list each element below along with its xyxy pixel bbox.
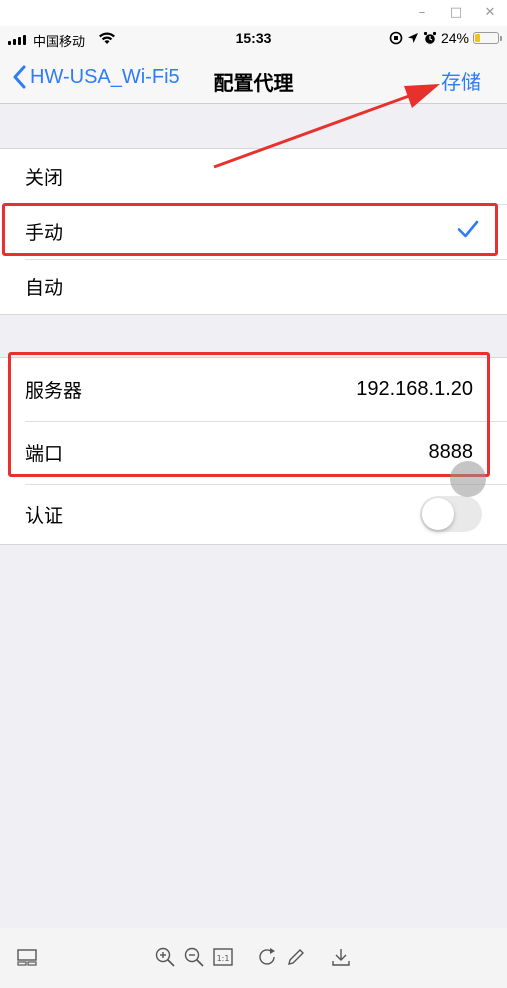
thumbnail-icon[interactable] (16, 946, 38, 968)
auth-toggle[interactable] (420, 496, 482, 532)
option-auto[interactable]: 自动 (0, 259, 507, 314)
zoom-in-icon[interactable] (154, 946, 176, 968)
edit-icon[interactable] (285, 946, 307, 968)
highlight-manual-option (2, 203, 498, 256)
viewer-toolbar: 1:1 (0, 928, 507, 988)
zoom-out-icon[interactable] (183, 946, 205, 968)
download-icon[interactable] (330, 946, 352, 968)
toggle-knob (422, 498, 454, 530)
annotation-arrow (213, 84, 440, 169)
actual-size-icon[interactable]: 1:1 (212, 946, 234, 968)
actual-size-label: 1:1 (217, 954, 230, 963)
floating-assistive-button[interactable] (450, 461, 486, 497)
auth-row: 认证 (0, 484, 507, 544)
rotate-icon[interactable] (256, 946, 278, 968)
highlight-server-port (8, 352, 490, 477)
option-label: 自动 (25, 277, 64, 299)
auth-label: 认证 (25, 504, 64, 527)
